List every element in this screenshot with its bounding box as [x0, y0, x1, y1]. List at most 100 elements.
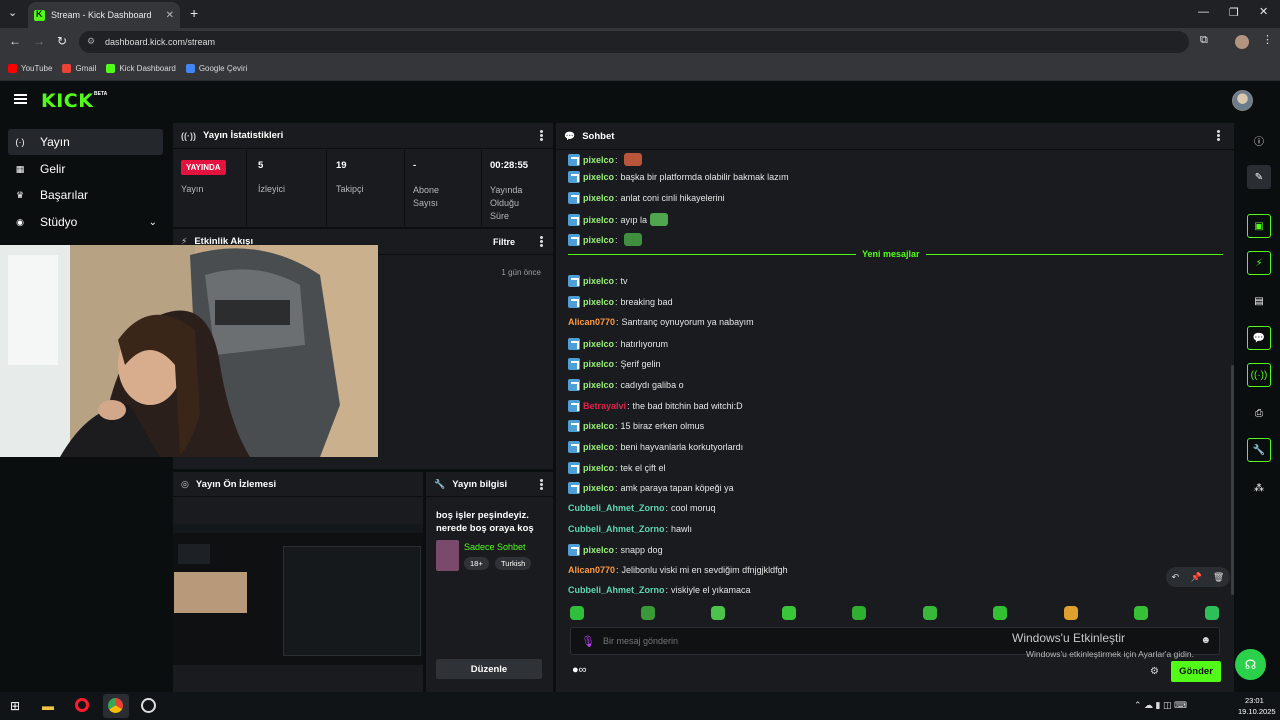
- reload-icon[interactable]: ↻: [57, 34, 67, 48]
- menu-icon[interactable]: [14, 94, 27, 104]
- chat-username[interactable]: pixelco: [583, 235, 614, 245]
- chat-message[interactable]: Cubbeli_Ahmet_Zorno: viskiyle el yıkamaca: [568, 585, 751, 595]
- emote-button[interactable]: [570, 606, 584, 620]
- chat-message[interactable]: Alican0770: Jelibonlu viski mi en sevdiği…: [568, 565, 788, 575]
- broadcast-icon[interactable]: ((·)): [1247, 363, 1271, 387]
- chat-message[interactable]: Alican0770: Santranç oynuyorum ya nabayım: [568, 317, 754, 327]
- profile-icon[interactable]: [1235, 35, 1249, 49]
- bookmark-google-translate[interactable]: Google Çeviri: [185, 63, 247, 73]
- chat-message[interactable]: pixelco: cadıydı galiba o: [568, 379, 684, 391]
- chat-message[interactable]: pixelco: beni hayvanlarla korkutyorlardı: [568, 441, 743, 453]
- chat-message[interactable]: pixelco: tek el çift el: [568, 462, 666, 474]
- chat-message[interactable]: Betrayalvi: the bad bitchin bad witchi:D: [568, 400, 743, 412]
- chat-username[interactable]: pixelco: [583, 442, 614, 452]
- obs-icon[interactable]: [141, 698, 156, 713]
- emoji-icon[interactable]: ☻: [1200, 635, 1211, 646]
- emote-button[interactable]: [1134, 606, 1148, 620]
- close-window-icon[interactable]: ✕: [1259, 5, 1268, 18]
- browser-menu-icon[interactable]: ⋮: [1262, 33, 1273, 46]
- chat-username[interactable]: pixelco: [583, 359, 614, 369]
- back-icon[interactable]: ←: [9, 34, 21, 48]
- address-bar[interactable]: ⚙ dashboard.kick.com/stream: [79, 31, 1189, 53]
- chat-username[interactable]: Alican0770: [568, 317, 615, 327]
- bookmark-youtube[interactable]: YouTube: [8, 63, 52, 73]
- print-icon[interactable]: ⎙: [1247, 401, 1271, 425]
- points-icon[interactable]: ●∞: [572, 664, 587, 676]
- sidebar-item-gelir[interactable]: ▦ Gelir: [8, 156, 163, 182]
- emote-button[interactable]: [711, 606, 725, 620]
- sidebar-item-basarilar[interactable]: ♛ Başarılar: [8, 182, 163, 208]
- document-icon[interactable]: ▤: [1247, 289, 1271, 313]
- chrome-icon[interactable]: [108, 698, 123, 713]
- chat-message[interactable]: pixelco: anlat coni cinli hikayelerini: [568, 192, 725, 204]
- chat-username[interactable]: pixelco: [583, 545, 614, 555]
- opera-icon[interactable]: [75, 698, 89, 712]
- chat-message[interactable]: pixelco: Şerif gelin: [568, 358, 661, 370]
- chat-settings-icon[interactable]: ⚙: [1150, 666, 1159, 677]
- tab-search-icon[interactable]: ⌄: [8, 6, 17, 19]
- tray-icons[interactable]: ⌃ ☁ ▮ ◫ ⌨: [1134, 700, 1187, 711]
- stats-menu-icon[interactable]: [540, 130, 543, 142]
- chat-username[interactable]: pixelco: [583, 463, 614, 473]
- chat-input[interactable]: [603, 633, 1083, 649]
- delete-icon[interactable]: 🗑: [1213, 572, 1224, 583]
- chat-username[interactable]: pixelco: [583, 483, 614, 493]
- emote-button[interactable]: [1063, 606, 1078, 620]
- chat-username[interactable]: pixelco: [583, 276, 614, 286]
- chat-message[interactable]: pixelco: breaking bad: [568, 296, 673, 308]
- chat-icon[interactable]: 💬: [1247, 326, 1271, 350]
- chat-scrollbar[interactable]: [1231, 365, 1234, 595]
- emote-button[interactable]: [781, 606, 796, 620]
- site-info-icon[interactable]: ⚙: [87, 36, 95, 47]
- bookmark-gmail[interactable]: Gmail: [62, 63, 96, 73]
- emote-button[interactable]: [922, 606, 937, 620]
- info-icon[interactable]: ⓘ: [1247, 128, 1271, 152]
- new-tab-icon[interactable]: +: [190, 5, 198, 21]
- minimize-icon[interactable]: —: [1198, 6, 1209, 18]
- chat-message[interactable]: pixelco:: [568, 233, 642, 246]
- emote-button[interactable]: [852, 606, 866, 620]
- bookmark-kick-dashboard[interactable]: Kick Dashboard: [106, 63, 176, 73]
- chat-username[interactable]: pixelco: [583, 215, 614, 225]
- windows-start-icon[interactable]: ⊞: [10, 699, 20, 713]
- chat-username[interactable]: pixelco: [583, 193, 614, 203]
- chat-username[interactable]: Cubbeli_Ahmet_Zorno: [568, 503, 665, 513]
- send-button[interactable]: Gönder: [1171, 661, 1221, 682]
- chat-message[interactable]: pixelco: başka bir platformda olabilir ba…: [568, 171, 789, 183]
- file-explorer-icon[interactable]: ▬: [42, 699, 54, 713]
- chat-username[interactable]: pixelco: [583, 155, 614, 165]
- tag-turkish[interactable]: Turkish: [495, 557, 532, 570]
- pin-icon[interactable]: 📌: [1190, 572, 1201, 583]
- wrench-icon[interactable]: 🔧: [1247, 438, 1271, 462]
- chat-message[interactable]: Cubbeli_Ahmet_Zorno: hawlı: [568, 524, 692, 534]
- filter-button[interactable]: Filtre: [493, 237, 515, 247]
- restore-icon[interactable]: ❐: [1229, 6, 1239, 19]
- chat-message[interactable]: pixelco: amk paraya tapan köpeği ya: [568, 482, 734, 494]
- chat-message[interactable]: pixelco: snapp dog: [568, 544, 663, 556]
- chat-message[interactable]: pixelco:: [568, 153, 642, 166]
- tab-close-icon[interactable]: ✕: [166, 10, 174, 21]
- chat-username[interactable]: Cubbeli_Ahmet_Zorno: [568, 585, 665, 595]
- chat-username[interactable]: Alican0770: [568, 565, 615, 575]
- emote-button[interactable]: [640, 606, 655, 620]
- chat-username[interactable]: Betrayalvi: [583, 401, 626, 411]
- capture-icon[interactable]: ▣: [1247, 214, 1271, 238]
- chat-message[interactable]: Cubbeli_Ahmet_Zorno: cool moruq: [568, 503, 716, 513]
- chat-username[interactable]: pixelco: [583, 380, 614, 390]
- category-link[interactable]: Sadece Sohbet: [464, 542, 526, 552]
- chat-message[interactable]: pixelco: hatırlıyorum: [568, 338, 668, 350]
- sidebar-item-studyo[interactable]: ◉ Stüdyo ⌄: [8, 209, 163, 235]
- emote-button[interactable]: [1204, 606, 1219, 620]
- lightning-icon[interactable]: ⚡: [1247, 251, 1271, 275]
- chat-message[interactable]: pixelco: ayıp la: [568, 213, 669, 226]
- sidebar-item-yayin[interactable]: (·) Yayın: [8, 129, 163, 155]
- edit-button[interactable]: Düzenle: [436, 659, 542, 679]
- chat-username[interactable]: Cubbeli_Ahmet_Zorno: [568, 524, 665, 534]
- support-headset-icon[interactable]: ☊: [1235, 649, 1266, 680]
- chat-username[interactable]: pixelco: [583, 421, 614, 431]
- forward-icon[interactable]: →: [33, 34, 45, 48]
- edit-pencil-icon[interactable]: ✎: [1247, 165, 1271, 189]
- chat-menu-icon[interactable]: [1217, 130, 1220, 142]
- info-menu-icon[interactable]: [540, 479, 543, 491]
- chat-username[interactable]: pixelco: [583, 172, 614, 182]
